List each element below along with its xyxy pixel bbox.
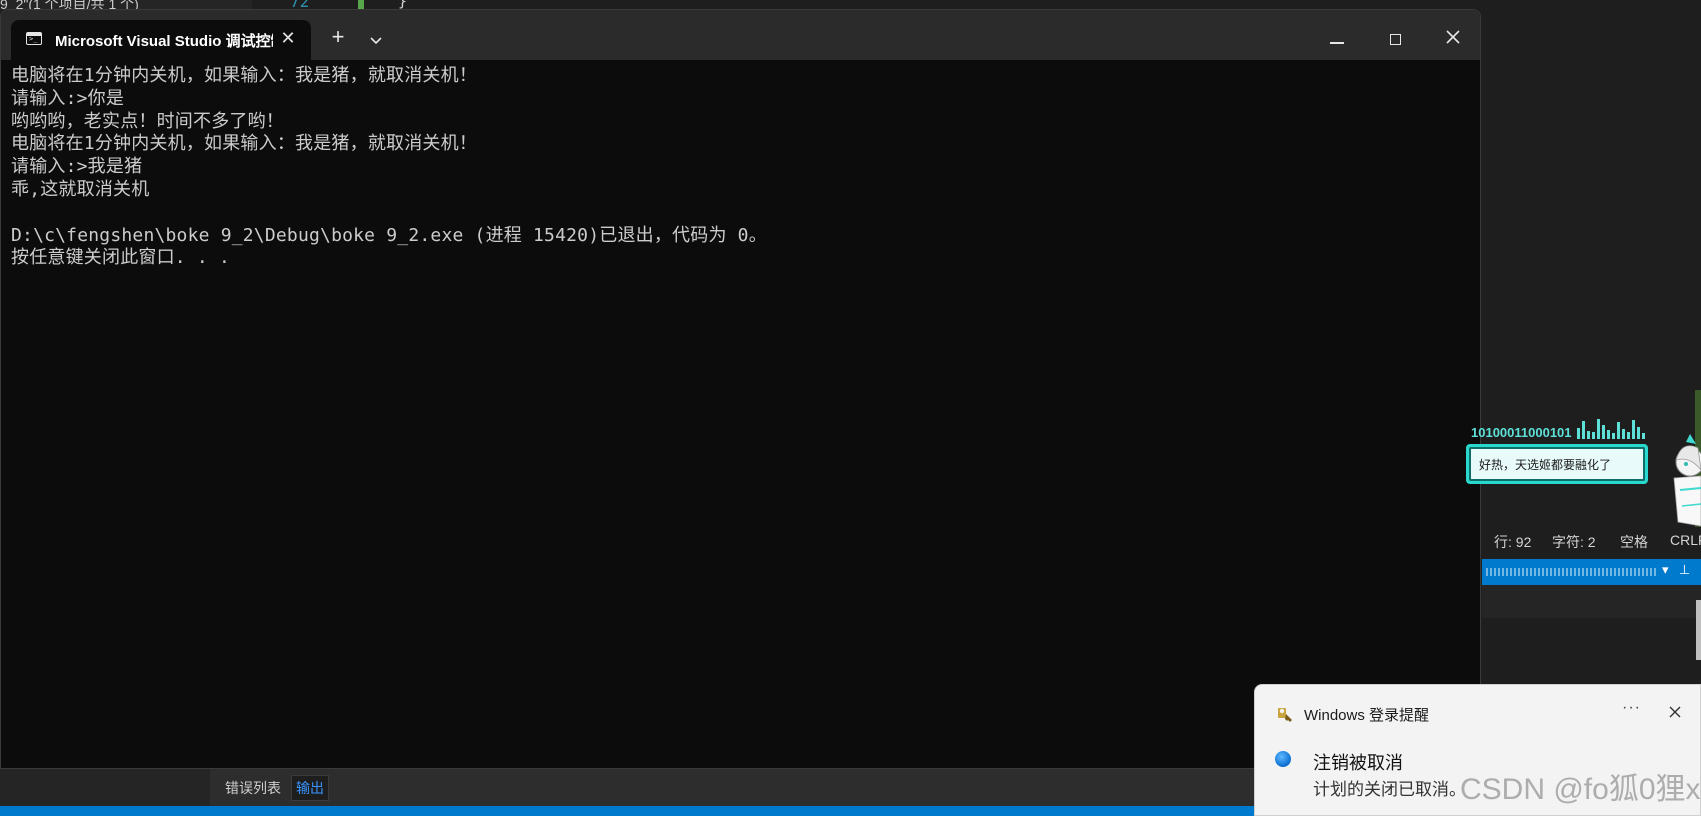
pet-bubble-text: 好热，天选姬都要融化了 [1479, 458, 1612, 472]
output-line: 按任意键关闭此窗口. . . [11, 247, 230, 269]
visualizer-bar [1637, 427, 1640, 439]
vs-status-char[interactable]: 字符: 2 [1552, 532, 1596, 552]
watermark: CSDN @fo狐0狸x [1460, 773, 1701, 806]
visualizer-bar [1622, 429, 1625, 439]
terminal-window: >_ Microsoft Visual Studio 调试控制台 ✕ + 电脑将… [0, 9, 1481, 769]
output-line: 请输入:>我是猪 [11, 156, 143, 178]
terminal-tab[interactable]: >_ Microsoft Visual Studio 调试控制台 ✕ [11, 20, 311, 60]
output-line: 哟哟哟，老实点！时间不多了哟！ [11, 110, 284, 132]
console-icon: >_ [26, 32, 42, 45]
more-options-icon[interactable]: ··· [1622, 699, 1641, 717]
visualizer-bar [1582, 421, 1585, 439]
new-tab-button[interactable]: + [325, 26, 351, 52]
info-icon [1275, 751, 1291, 767]
pin-icon[interactable]: ⊥ [1679, 562, 1690, 578]
key-icon [1275, 704, 1295, 724]
terminal-titlebar[interactable]: >_ Microsoft Visual Studio 调试控制台 ✕ + [1, 10, 1480, 60]
visualizer-bar [1612, 433, 1615, 439]
vs-status-line[interactable]: 行: 92 [1494, 532, 1531, 552]
pet-audio-visualizer [1577, 419, 1647, 439]
vs-tool-panel-header: ▾ ⊥ [1482, 559, 1701, 585]
output-line: 乖,这就取消关机 [11, 178, 150, 200]
terminal-output[interactable]: 电脑将在1分钟内关机，如果输入：我是猪，就取消关机！ 请输入:>你是 哟哟哟，老实点… [11, 65, 767, 270]
terminal-tab-title: Microsoft Visual Studio 调试控制台 [55, 33, 273, 50]
visualizer-bar [1577, 428, 1580, 439]
close-tab-icon[interactable]: ✕ [277, 28, 299, 49]
vs-editor-status-row: 行: 92 字符: 2 空格 CRLF [1482, 527, 1701, 553]
chevron-down-icon[interactable] [365, 30, 387, 52]
visualizer-bar [1607, 430, 1610, 439]
visualizer-bar [1587, 431, 1590, 439]
visualizer-bar [1642, 433, 1645, 439]
vs-status-eol[interactable]: CRLF [1670, 532, 1701, 548]
notification-app-name: Windows 登录提醒 [1304, 707, 1430, 724]
tab-error-list[interactable]: 错误列表 [223, 777, 283, 799]
visualizer-bar [1597, 419, 1600, 439]
pet-speech-bubble[interactable]: 好热，天选姬都要融化了 [1466, 444, 1648, 484]
notification-body: 计划的关闭已取消。 [1313, 780, 1466, 799]
output-line: 电脑将在1分钟内关机，如果输入：我是猪，就取消关机！ [11, 133, 478, 155]
vs-panel-grip[interactable] [1486, 568, 1656, 576]
output-line: D:\c\fengshen\boke 9_2\Debug\boke 9_2.ex… [11, 224, 767, 246]
vs-bottom-left-area [0, 768, 210, 806]
vs-status-spacing[interactable]: 空格 [1620, 532, 1648, 552]
vs-panel-scrollbar[interactable] [1696, 600, 1701, 660]
pet-character-icon[interactable] [1660, 430, 1701, 530]
notification-heading: 注销被取消 [1313, 753, 1403, 773]
minimize-button[interactable] [1322, 28, 1352, 48]
output-line: 电脑将在1分钟内关机，如果输入：我是猪，就取消关机！ [11, 65, 478, 86]
maximize-button[interactable] [1381, 28, 1411, 48]
visualizer-bar [1617, 422, 1620, 439]
visualizer-bar [1602, 425, 1605, 439]
close-icon[interactable] [1665, 702, 1685, 722]
visualizer-bar [1632, 420, 1635, 439]
output-line: 请输入:>你是 [11, 87, 125, 109]
pet-binary-readout: 10100011000101 [1471, 425, 1572, 440]
tab-output[interactable]: 输出 [291, 775, 329, 801]
chevron-down-icon[interactable]: ▾ [1662, 562, 1669, 578]
visualizer-bar [1627, 432, 1630, 439]
close-window-button[interactable] [1438, 26, 1468, 50]
visualizer-bar [1592, 432, 1595, 439]
desktop: 9_2"(1 个项目/共 1 个) 72 } 行: 92 字符: 2 空格 CR… [0, 0, 1701, 816]
